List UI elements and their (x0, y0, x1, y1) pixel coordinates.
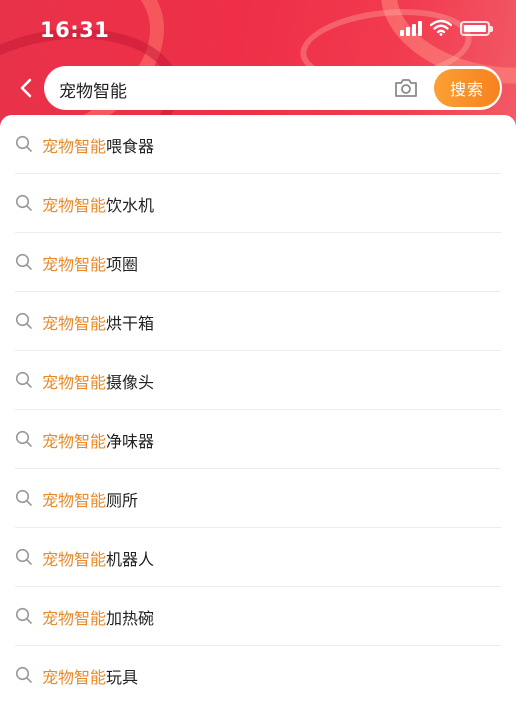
camera-icon[interactable] (393, 75, 419, 101)
suggestion-highlight: 宠物智能 (42, 609, 107, 628)
search-button[interactable]: 搜索 (434, 69, 500, 107)
suggestion-rest: 烘干箱 (106, 314, 155, 333)
battery-icon (460, 21, 493, 36)
suggestion-item[interactable]: 宠物智能饮水机 (0, 174, 516, 233)
suggestion-text: 宠物智能净味器 (42, 428, 154, 452)
suggestion-list: 宠物智能喂食器 宠物智能饮水机 宠物智能项圈 宠物智能烘干箱 宠物智能摄像头 宠… (0, 115, 516, 690)
suggestion-rest: 机器人 (106, 550, 155, 569)
suggestion-highlight: 宠物智能 (42, 668, 107, 687)
suggestion-item[interactable]: 宠物智能玩具 (0, 646, 516, 705)
search-input[interactable]: 宠物智能 (59, 77, 127, 102)
status-icons (400, 19, 493, 36)
suggestion-text: 宠物智能机器人 (42, 546, 154, 570)
suggestion-item[interactable]: 宠物智能烘干箱 (0, 292, 516, 351)
search-icon (15, 253, 32, 270)
chevron-left-icon (20, 78, 32, 98)
suggestion-text: 宠物智能玩具 (42, 664, 138, 688)
suggestion-highlight: 宠物智能 (42, 137, 107, 156)
search-icon (15, 666, 32, 683)
status-bar: 16:31 (0, 0, 516, 60)
cellular-signal-icon (400, 20, 422, 36)
search-icon (15, 607, 32, 624)
suggestion-highlight: 宠物智能 (42, 255, 107, 274)
suggestion-text: 宠物智能摄像头 (42, 369, 154, 393)
search-icon (15, 312, 32, 329)
suggestion-rest: 摄像头 (106, 373, 155, 392)
suggestion-item[interactable]: 宠物智能摄像头 (0, 351, 516, 410)
suggestion-highlight: 宠物智能 (42, 373, 107, 392)
suggestion-text: 宠物智能加热碗 (42, 605, 154, 629)
suggestion-text: 宠物智能喂食器 (42, 133, 154, 157)
suggestion-item[interactable]: 宠物智能项圈 (0, 233, 516, 292)
search-icon (15, 371, 32, 388)
suggestion-text: 宠物智能项圈 (42, 251, 138, 275)
back-button[interactable] (12, 72, 40, 104)
suggestion-item[interactable]: 宠物智能喂食器 (0, 115, 516, 174)
suggestion-rest: 玩具 (106, 668, 139, 687)
suggestion-item[interactable]: 宠物智能加热碗 (0, 587, 516, 646)
suggestion-rest: 厕所 (106, 491, 139, 510)
suggestion-text: 宠物智能饮水机 (42, 192, 154, 216)
suggestion-text: 宠物智能烘干箱 (42, 310, 154, 334)
search-icon (15, 548, 32, 565)
suggestion-text: 宠物智能厕所 (42, 487, 138, 511)
suggestion-highlight: 宠物智能 (42, 432, 107, 451)
suggestion-rest: 喂食器 (106, 137, 155, 156)
suggestion-rest: 项圈 (106, 255, 139, 274)
wifi-icon (430, 19, 452, 36)
search-icon (15, 430, 32, 447)
suggestion-item[interactable]: 宠物智能净味器 (0, 410, 516, 469)
search-icon (15, 489, 32, 506)
suggestion-rest: 加热碗 (106, 609, 155, 628)
suggestion-highlight: 宠物智能 (42, 550, 107, 569)
suggestion-highlight: 宠物智能 (42, 314, 107, 333)
suggestion-rest: 净味器 (106, 432, 155, 451)
search-box[interactable]: 宠物智能 搜索 (44, 66, 502, 110)
suggestion-highlight: 宠物智能 (42, 196, 107, 215)
suggestion-highlight: 宠物智能 (42, 491, 107, 510)
search-icon (15, 135, 32, 152)
suggestion-rest: 饮水机 (106, 196, 155, 215)
search-bar-row: 宠物智能 搜索 (0, 66, 516, 110)
search-icon (15, 194, 32, 211)
suggestion-item[interactable]: 宠物智能机器人 (0, 528, 516, 587)
suggestion-item[interactable]: 宠物智能厕所 (0, 469, 516, 528)
status-time: 16:31 (40, 18, 110, 42)
